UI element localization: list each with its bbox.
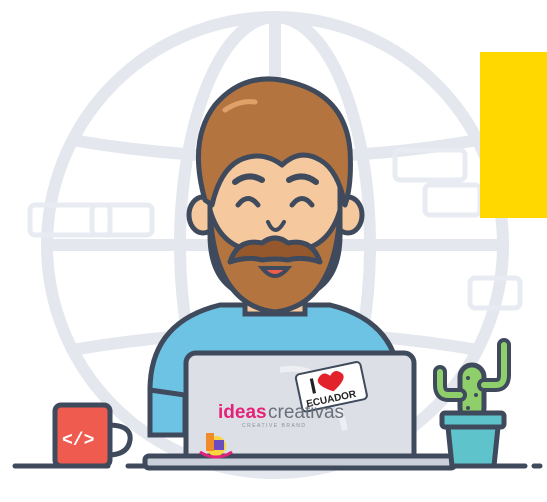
moustache: [227, 235, 323, 265]
code-icon: </>: [62, 431, 94, 451]
brand-ideas: ideas: [218, 402, 267, 423]
left-arm: [147, 387, 188, 438]
illustration-scene: I ECUADOR ideas creativas CREATIVE BRAND…: [0, 0, 547, 502]
pot: [439, 410, 507, 469]
yellow-accent-block: [480, 52, 547, 218]
brand-creativas: creativas: [268, 402, 344, 423]
developer-illustration: I ECUADOR ideas creativas CREATIVE BRAND…: [12, 11, 543, 484]
brand-tagline: CREATIVE BRAND: [242, 423, 307, 429]
